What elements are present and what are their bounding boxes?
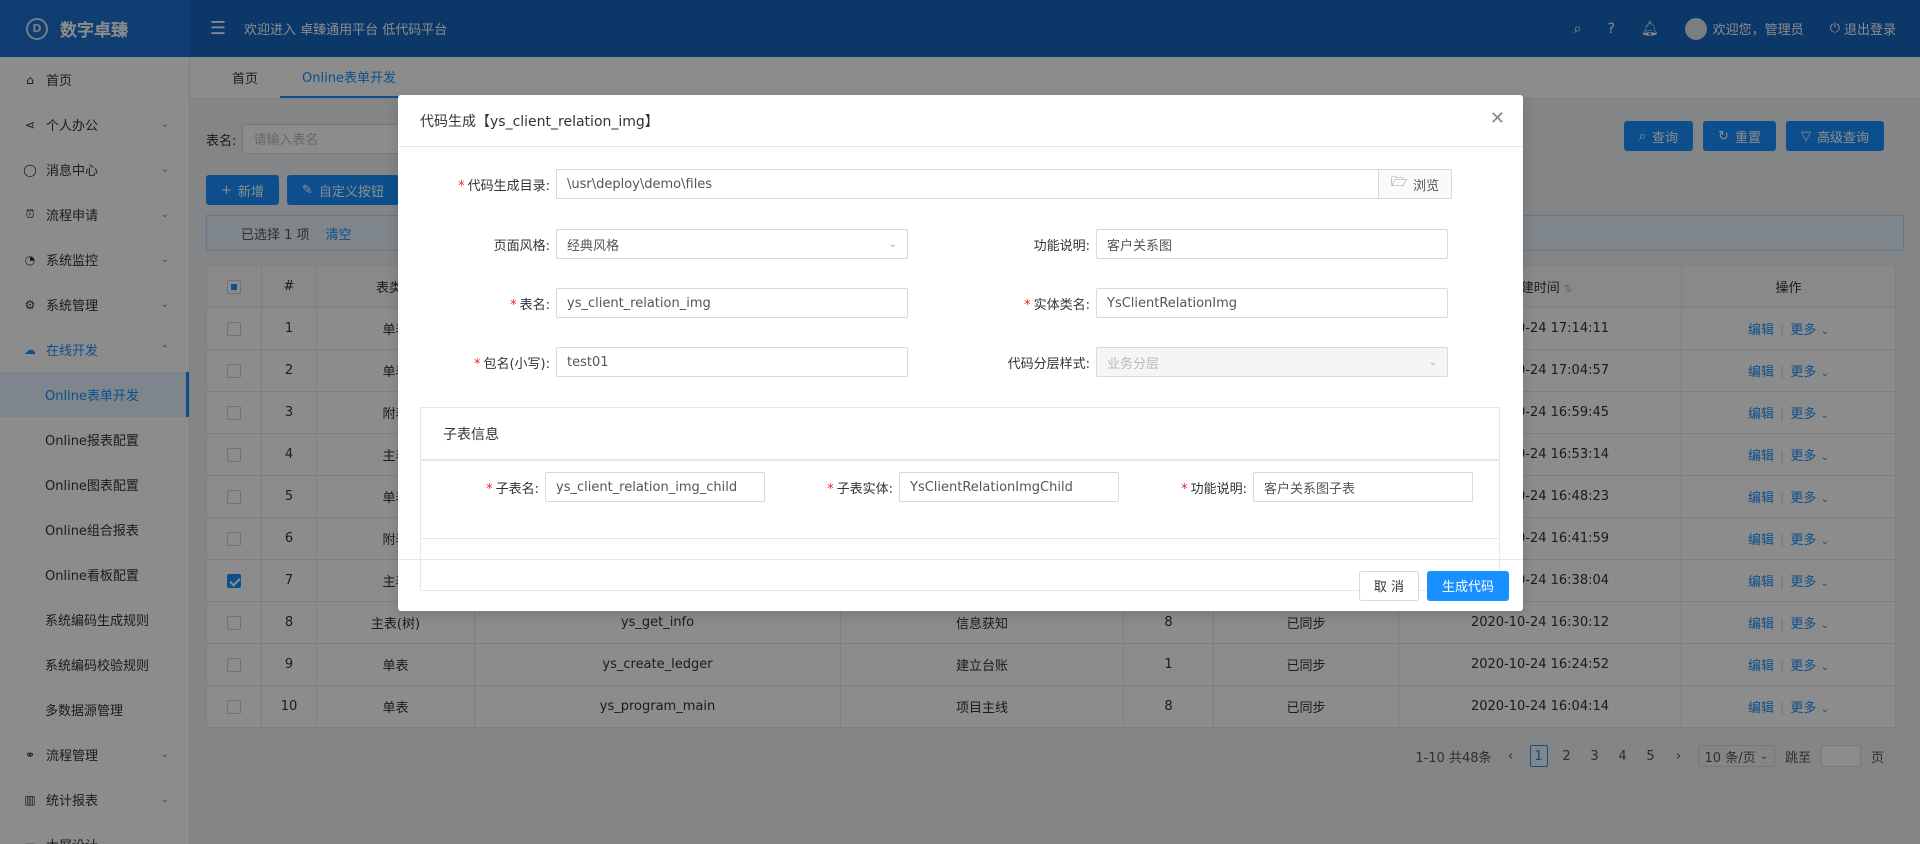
- child-table-title: 子表信息: [421, 408, 1499, 461]
- dir-row: * 代码生成目录: \usr\deploy\demo\files 🗁︎ 浏览: [420, 169, 1453, 199]
- child-entity-row: * 子表实体: YsClientRelationImgChild: [797, 472, 1119, 502]
- func-input[interactable]: 客户关系图: [1096, 229, 1448, 259]
- chevron-down-icon: ⌄: [1428, 356, 1437, 368]
- child-entity-label: * 子表实体:: [827, 481, 893, 497]
- modal-title: 代码生成【ys_client_relation_img】: [420, 113, 659, 130]
- folder-icon: 🗁︎: [1391, 175, 1408, 190]
- entity-row: * 实体类名: YsClientRelationImg: [970, 288, 1448, 318]
- entity-input[interactable]: YsClientRelationImg: [1096, 288, 1448, 318]
- modal-header: 代码生成【ys_client_relation_img】: [398, 95, 1523, 147]
- table-row-form: * 表名: ys_client_relation_img: [420, 288, 908, 318]
- style-row: 页面风格: 经典风格 ⌄: [420, 229, 908, 259]
- browse-label: 浏览: [1413, 178, 1440, 194]
- table-label: * 表名:: [510, 297, 550, 313]
- style-label: 页面风格:: [493, 238, 550, 254]
- cancel-button[interactable]: 取 消: [1358, 570, 1419, 601]
- generate-code-button[interactable]: 生成代码: [1426, 570, 1509, 601]
- chevron-down-icon: ⌄: [888, 238, 897, 250]
- pkg-row: * 包名(小写): test01: [420, 347, 908, 377]
- child-func-row: * 功能说明: 客户关系图子表: [1151, 472, 1473, 502]
- layer-select: 业务分层 ⌄: [1096, 347, 1448, 377]
- child-table-label: * 子表名:: [486, 481, 539, 497]
- pkg-input[interactable]: test01: [556, 347, 908, 377]
- entity-label: * 实体类名:: [1024, 297, 1090, 313]
- child-table-row: * 子表名: ys_client_relation_img_child: [443, 472, 765, 502]
- child-table-section: 子表信息 * 子表名: ys_client_relation_img_child …: [420, 407, 1500, 539]
- style-select[interactable]: 经典风格 ⌄: [556, 229, 908, 259]
- child-func-label: * 功能说明:: [1181, 481, 1247, 497]
- child-table-input[interactable]: ys_client_relation_img_child: [545, 472, 765, 502]
- child-entity-input[interactable]: YsClientRelationImgChild: [899, 472, 1119, 502]
- layer-label: 代码分层样式:: [1007, 356, 1090, 372]
- func-label: 功能说明:: [1033, 238, 1090, 254]
- browse-button[interactable]: 🗁︎ 浏览: [1379, 169, 1453, 199]
- pkg-label: * 包名(小写):: [473, 356, 550, 372]
- dir-label: * 代码生成目录:: [458, 178, 550, 194]
- style-value: 经典风格: [567, 238, 620, 254]
- func-row: 功能说明: 客户关系图: [970, 229, 1448, 259]
- code-gen-modal: 代码生成【ys_client_relation_img】 ✕ * 代码生成目录: …: [398, 95, 1523, 611]
- table-input[interactable]: ys_client_relation_img: [556, 288, 908, 318]
- dir-input[interactable]: \usr\deploy\demo\files: [556, 169, 1379, 199]
- child-func-input[interactable]: 客户关系图子表: [1253, 472, 1473, 502]
- layer-row: 代码分层样式: 业务分层 ⌄: [970, 347, 1448, 377]
- modal-footer: 取 消 生成代码: [398, 559, 1523, 611]
- layer-value: 业务分层: [1107, 356, 1160, 372]
- close-icon[interactable]: ✕: [1490, 110, 1505, 128]
